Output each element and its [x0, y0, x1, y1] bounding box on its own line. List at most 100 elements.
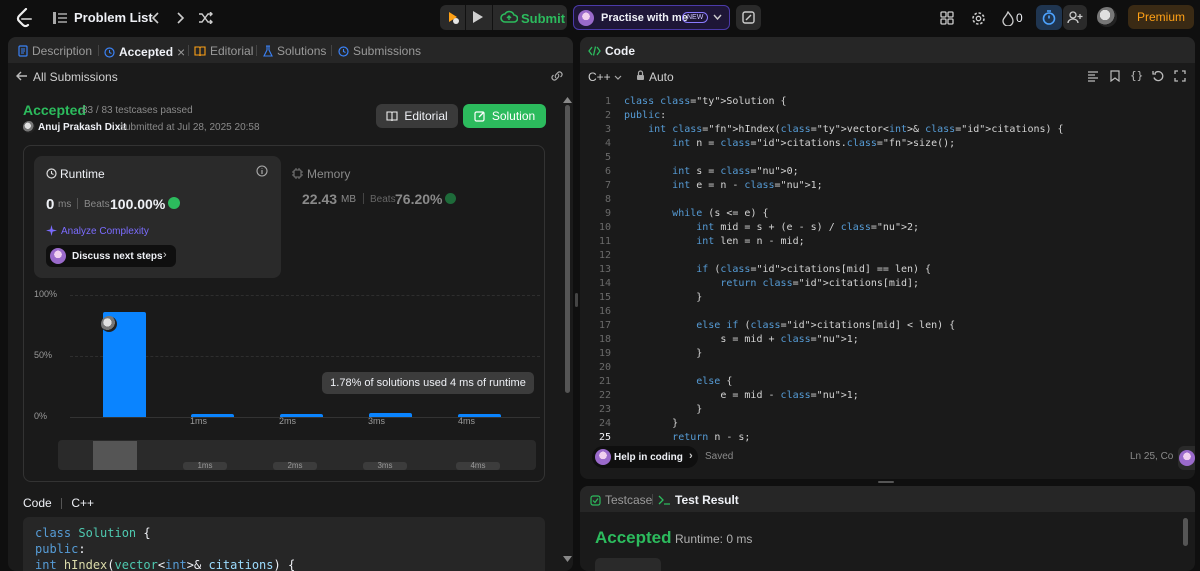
result-scrollbar[interactable]: [1183, 518, 1188, 546]
bookmark-icon[interactable]: [1110, 70, 1120, 82]
line-number: 17: [598, 320, 611, 331]
mini-tick-4ms: 4ms: [456, 462, 500, 470]
code-line-text: class class="ty">Solution {: [624, 96, 787, 107]
result-status: Accepted: [595, 528, 672, 547]
tab-testcase[interactable]: Testcase: [590, 493, 652, 507]
line-number: 16: [598, 306, 611, 317]
x-tick-2ms: 2ms: [279, 416, 297, 426]
solution-button[interactable]: Solution: [463, 104, 546, 128]
tab-description[interactable]: Description: [18, 44, 92, 58]
line-number: 1: [604, 96, 611, 107]
timer-icon: [1042, 10, 1056, 25]
layout-grid-icon[interactable]: [937, 8, 957, 28]
submitted-code-preview: class Solution { public: int hIndex(vect…: [23, 517, 545, 571]
x-tick-4ms: 4ms: [458, 416, 476, 426]
runtime-title: Runtime: [60, 167, 105, 181]
leetcode-logo-icon[interactable]: [14, 8, 34, 28]
settings-gear-icon[interactable]: [968, 8, 988, 28]
analyze-complexity-link[interactable]: Analyze Complexity: [61, 226, 149, 237]
beats-badge-icon: [168, 197, 180, 209]
case-tab[interactable]: [595, 558, 661, 571]
tab-code[interactable]: Code: [588, 44, 635, 58]
panel-resize-handle[interactable]: [575, 293, 578, 307]
vertical-resize-handle[interactable]: [878, 481, 894, 483]
format-icon[interactable]: [1087, 71, 1099, 82]
code-editor[interactable]: 1 class class="ty">Solution {2 public: 3 in…: [580, 95, 1188, 445]
top-nav: Problem List Submit Practise with me NEW: [0, 0, 1200, 36]
clock-icon: [46, 168, 57, 179]
problem-list-link[interactable]: Problem List: [74, 10, 153, 25]
back-arrow-icon[interactable]: [16, 71, 28, 81]
line-number: 10: [598, 222, 611, 233]
ai-assistant-tab[interactable]: [1178, 446, 1195, 470]
mini-tick-1ms: 1ms: [183, 462, 227, 470]
reset-icon[interactable]: [1152, 70, 1164, 82]
book-icon: [386, 110, 398, 121]
memory-chip-icon: [292, 168, 303, 179]
tab-solutions[interactable]: Solutions: [263, 44, 326, 58]
line-number: 21: [598, 376, 611, 387]
submit-button[interactable]: Submit: [521, 11, 565, 26]
line-number: 23: [598, 404, 611, 415]
next-problem-icon[interactable]: [171, 8, 191, 28]
x-tick-1ms: 1ms: [190, 416, 208, 426]
fullscreen-icon[interactable]: [1174, 70, 1186, 82]
line-number: 12: [598, 250, 611, 261]
tab-submissions-label: Submissions: [353, 44, 422, 58]
code-line-text: public:: [624, 110, 667, 121]
mini-tick-3ms: 3ms: [363, 462, 407, 470]
user-avatar[interactable]: [1097, 7, 1117, 27]
braces-icon[interactable]: {}: [1130, 69, 1143, 82]
memory-beats-label: Beats: [370, 194, 396, 205]
test-result-panel: Testcase Test Result Accepted Runtime: 0…: [580, 486, 1195, 571]
chart-range-slider[interactable]: 1ms 2ms 3ms 4ms: [58, 440, 536, 470]
runtime-distribution-chart: 100% 50% 0% 1ms 2ms 3ms 4ms 1.78% of sol…: [24, 282, 544, 482]
code-meta: Code C++: [23, 496, 94, 510]
tab-accepted[interactable]: Accepted ×: [104, 44, 185, 60]
scroll-down-icon[interactable]: [563, 556, 572, 562]
debug-icon[interactable]: [446, 9, 460, 25]
terminal-icon: [658, 495, 670, 505]
info-icon[interactable]: [256, 165, 268, 177]
run-icon[interactable]: [472, 10, 484, 24]
shuffle-icon[interactable]: [196, 8, 216, 28]
runtime-card[interactable]: Runtime 0 ms Beats 100.00% Analyze Compl…: [34, 156, 281, 278]
description-icon: [18, 45, 28, 57]
range-selection[interactable]: [93, 441, 137, 470]
author-name[interactable]: Anuj Prakash Dixit: [38, 122, 126, 133]
line-number: 4: [604, 138, 611, 149]
discuss-label: Discuss next steps: [72, 251, 163, 262]
author-avatar[interactable]: [23, 121, 35, 133]
code-editor-panel: Code C++ Auto {} 1 class class="ty">Solut…: [580, 37, 1195, 479]
y-tick-100: 100%: [34, 289, 58, 299]
submit-cloud-icon[interactable]: [500, 10, 518, 24]
prev-problem-icon[interactable]: [145, 8, 165, 28]
timer-button[interactable]: [1036, 5, 1062, 30]
tab-test-result[interactable]: Test Result: [658, 493, 739, 507]
left-scrollbar[interactable]: [565, 105, 570, 393]
scroll-up-icon[interactable]: [563, 97, 572, 103]
all-submissions-link[interactable]: All Submissions: [33, 70, 118, 84]
premium-button[interactable]: Premium: [1128, 5, 1194, 29]
lock-icon: [636, 70, 645, 81]
editorial-button[interactable]: Editorial: [376, 104, 458, 128]
practise-with-me-button[interactable]: Practise with me NEW: [573, 5, 730, 30]
language-select[interactable]: C++: [588, 70, 611, 84]
line-number: 14: [598, 278, 611, 289]
memory-title[interactable]: Memory: [307, 167, 350, 181]
tab-submissions[interactable]: Submissions: [338, 44, 421, 58]
submission-panel: Description Accepted × Editorial Solutio…: [8, 37, 573, 571]
y-tick-0: 0%: [34, 411, 48, 421]
streak-fire-icon[interactable]: [998, 8, 1018, 28]
chevron-right-icon: ›: [689, 450, 693, 462]
discuss-next-steps-button[interactable]: Discuss next steps ›: [46, 245, 176, 267]
share-link-icon[interactable]: [550, 70, 564, 82]
help-in-coding-button[interactable]: Help in coding ›: [592, 446, 698, 468]
memory-beats-badge-icon: [445, 193, 456, 204]
close-tab-icon[interactable]: ×: [177, 44, 185, 60]
auto-mode-toggle[interactable]: Auto: [649, 70, 674, 84]
problem-list-icon[interactable]: [50, 8, 70, 28]
notes-button[interactable]: [736, 5, 761, 30]
tab-editorial[interactable]: Editorial: [194, 44, 253, 58]
add-friend-button[interactable]: [1063, 5, 1087, 30]
